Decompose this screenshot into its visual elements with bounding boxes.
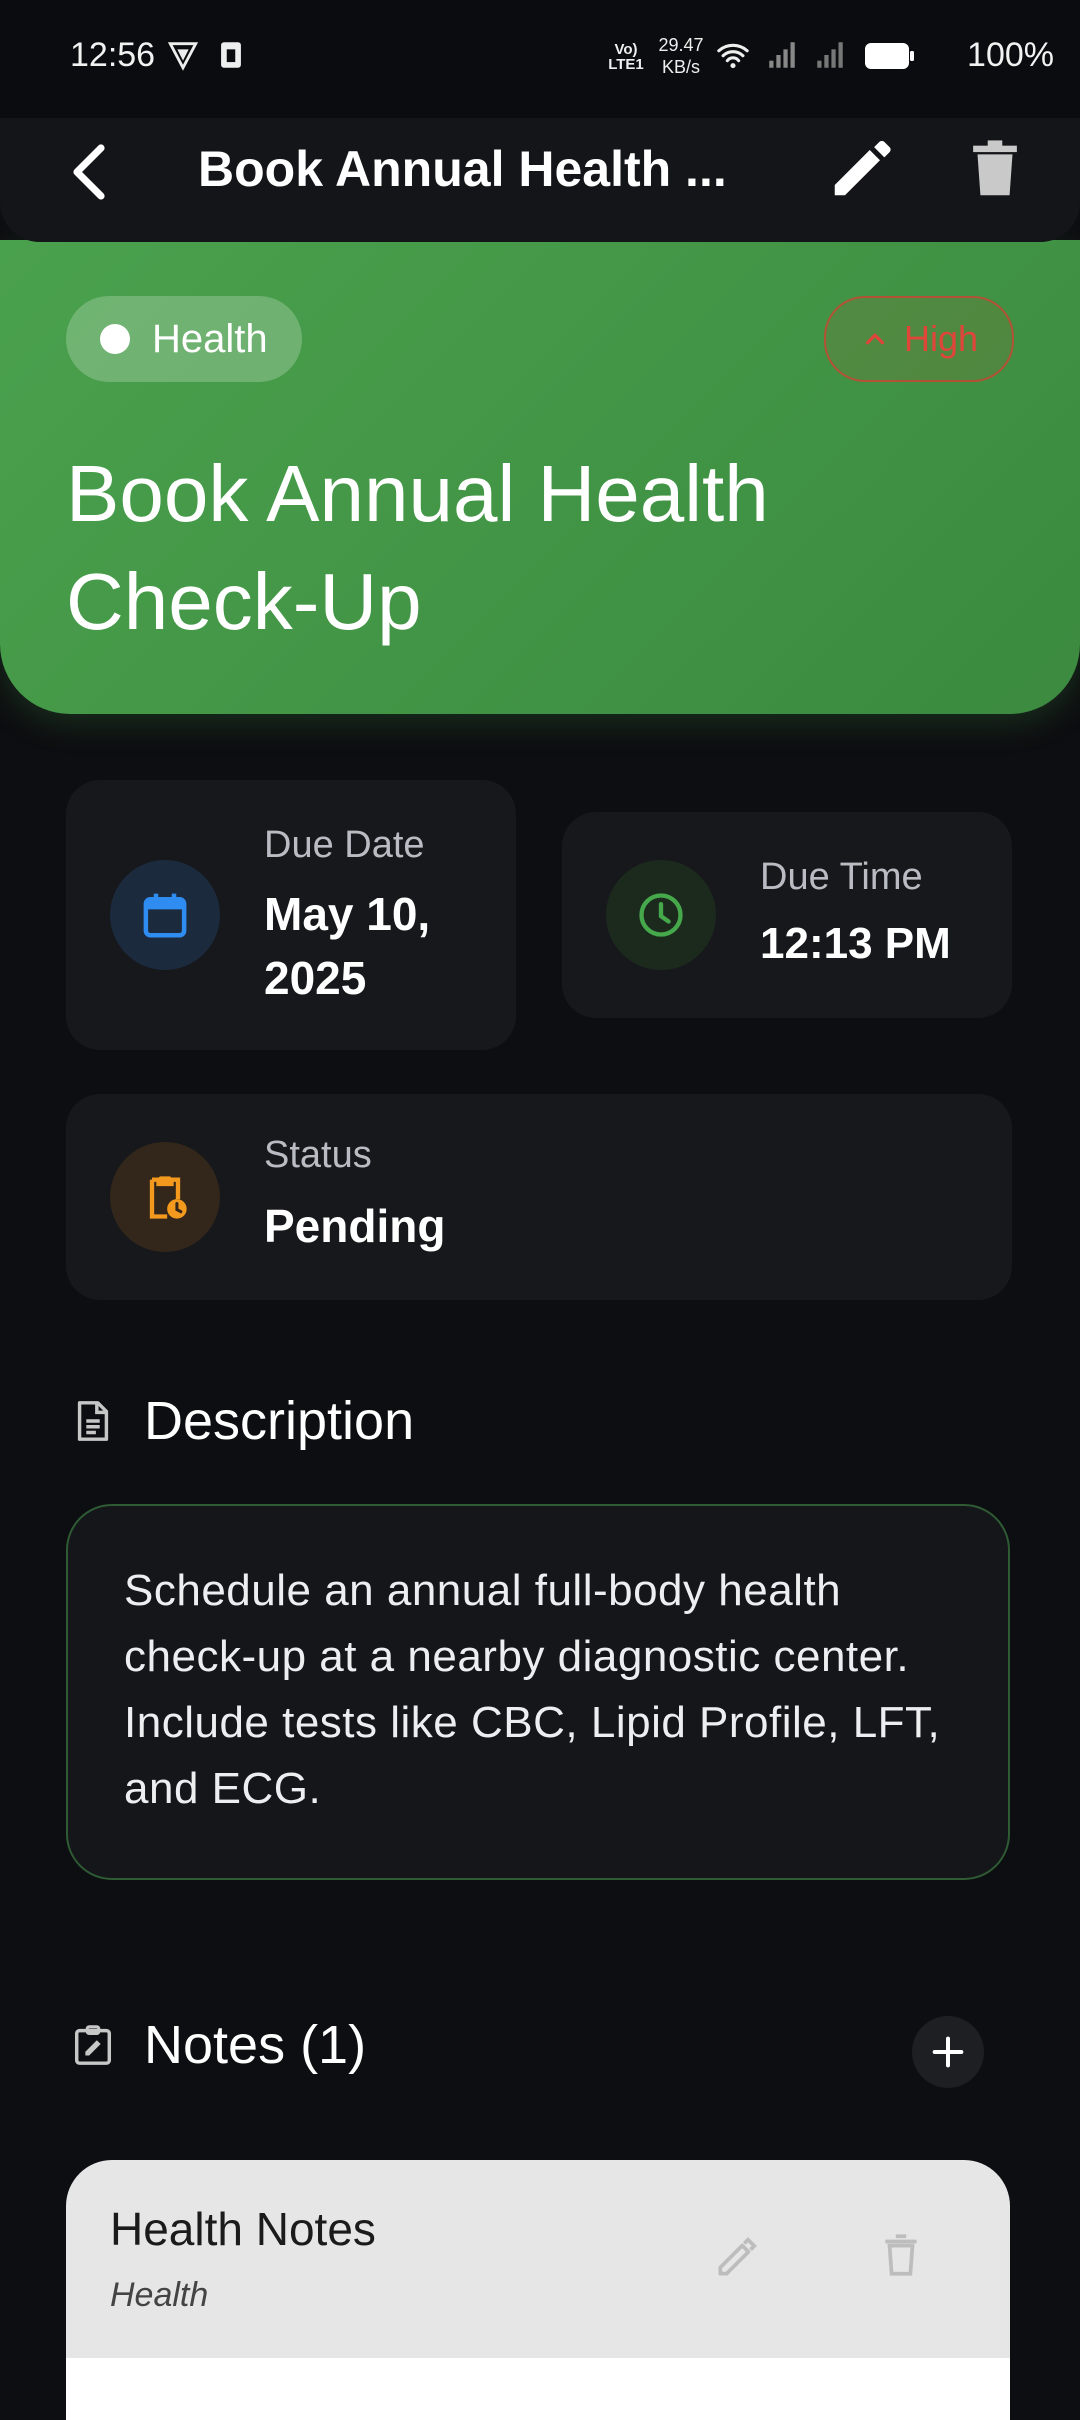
note-delete-icon[interactable] <box>876 2230 926 2280</box>
calendar-icon-circle <box>110 860 220 970</box>
task-title: Book Annual Health Check-Up <box>66 449 769 646</box>
status-value: Pending <box>264 1200 446 1252</box>
calendar-icon <box>143 893 187 938</box>
wifi-icon <box>717 43 749 69</box>
battery-percent: 100% <box>967 36 1054 74</box>
edit-icon[interactable] <box>826 134 896 204</box>
description-text: Schedule an annual full-body health chec… <box>124 1566 941 1813</box>
trash-icon[interactable] <box>960 134 1030 204</box>
document-icon <box>77 1401 109 1441</box>
note-card[interactable]: Health Notes Health <box>66 2160 1010 2420</box>
pending-clipboard-icon <box>149 1176 187 1219</box>
description-section-header: Description <box>70 1390 414 1452</box>
notes-section-header: Notes (1) <box>70 2014 366 2076</box>
status-time: 12:56 <box>70 36 156 74</box>
clock-icon-circle <box>606 860 716 970</box>
signal-icon-1 <box>769 42 795 68</box>
due-date-card: Due Date May 10, 2025 <box>66 780 516 1050</box>
due-time-label: Due Time <box>760 856 923 898</box>
network-speed-unit: KB/s <box>661 57 700 77</box>
note-body-strip <box>66 2358 1010 2420</box>
signal-icon-2 <box>817 42 843 68</box>
description-box: Schedule an annual full-body health chec… <box>66 1504 1010 1880</box>
category-label: Health <box>152 316 268 361</box>
category-chip: Health <box>66 296 302 382</box>
description-heading: Description <box>144 1391 415 1451</box>
vpn-shield-icon <box>167 42 199 71</box>
due-date-label: Due Date <box>264 824 425 866</box>
network-speed-value: 29.47 <box>658 35 704 55</box>
notes-heading: Notes (1) <box>144 2015 367 2075</box>
due-date-value: May 10, 2025 <box>264 888 431 1004</box>
network-speed: 29.47 KB/s <box>650 34 712 78</box>
note-edit-icon <box>74 2025 112 2065</box>
note-category: Health <box>110 2276 209 2314</box>
plus-icon <box>932 2036 964 2068</box>
add-note-button[interactable] <box>912 2016 984 2088</box>
category-dot-icon <box>100 324 130 354</box>
back-arrow-icon[interactable] <box>56 136 128 208</box>
priority-chip: High <box>824 296 1014 382</box>
note-edit-pencil-icon[interactable] <box>712 2232 762 2282</box>
app-bar: Book Annual Health ... <box>0 118 1080 242</box>
battery-icon <box>865 43 914 69</box>
due-time-value: 12:13 PM <box>760 919 951 968</box>
note-title: Health Notes <box>110 2203 376 2255</box>
priority-label: High <box>903 318 979 359</box>
sim-card-icon <box>221 42 241 68</box>
page-title: Book Annual Health ... <box>198 141 727 197</box>
due-time-card: Due Time 12:13 PM <box>562 812 1012 1018</box>
chevron-up-icon <box>865 333 885 345</box>
clock-icon <box>639 893 683 937</box>
status-label: Status <box>264 1134 372 1176</box>
status-icon-circle <box>110 1142 220 1252</box>
status-bar: 12:56 Vo) LTE1 29.47 KB/s 100% <box>0 0 1080 118</box>
task-header: Health High Book Annual Health Check-Up <box>0 240 1080 714</box>
status-card: Status Pending <box>66 1094 1012 1300</box>
lte-indicator: Vo) LTE1 <box>608 41 644 73</box>
